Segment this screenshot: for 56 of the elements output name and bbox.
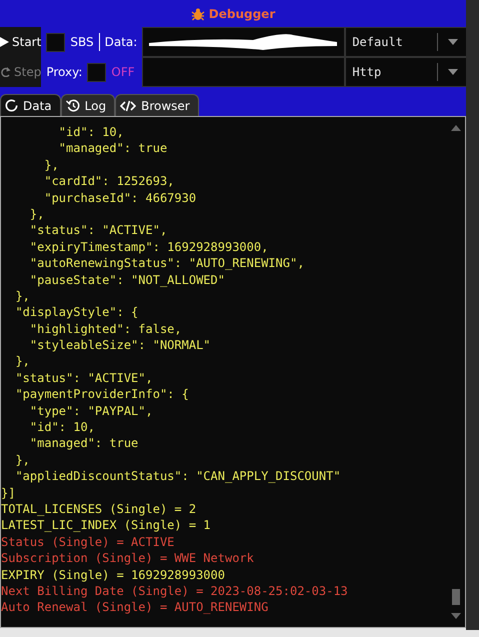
output-line: Next Billing Date (Single) = 2023-08-25:02-03-13 [1, 582, 349, 600]
proxy-input-field[interactable] [142, 57, 346, 87]
bug-icon [190, 6, 205, 20]
output-line: Subscription (Single) = WWE Network [1, 550, 255, 567]
output-line: "styleableSize": "NORMAL" [28, 337, 212, 354]
output-line: "type": "PAYPAL", [28, 402, 154, 420]
output-line: "paymentProviderInfo": { [14, 386, 190, 403]
output-line: LATEST_LIC_INDEX (Single) = 1 [1, 517, 212, 534]
output-line: Status (Single) = ACTIVE [1, 534, 176, 550]
history-icon [66, 99, 80, 112]
output-line: EXPIRY (Single) = 1692928993000 [1, 566, 226, 583]
output-line: "pauseState": "NOT_ALLOWED" [28, 272, 226, 288]
play-icon [0, 37, 9, 47]
output-line: "cardId": 1252693, [43, 173, 176, 190]
scrollbar-thumb[interactable] [452, 589, 460, 605]
proxy-checkbox[interactable] [87, 62, 106, 82]
redo-icon [0, 67, 11, 77]
sbs-checkbox[interactable] [46, 32, 66, 52]
data-input-field[interactable] [142, 27, 346, 57]
code-icon [120, 100, 136, 112]
proxy-label: Proxy: [46, 65, 82, 79]
tab[interactable]: Browser [115, 94, 199, 116]
proxy-state: OFF [111, 65, 135, 79]
scroll-down-icon[interactable] [451, 613, 461, 619]
data-label: Data: [104, 35, 138, 49]
output-line: }, [43, 156, 60, 174]
output-line: }, [14, 353, 31, 370]
output-line: "status": "ACTIVE", [14, 370, 154, 386]
output-line: "id": 10, [28, 419, 96, 436]
output-line: "managed": true [58, 140, 168, 157]
output-line: }, [28, 206, 46, 222]
tab[interactable]: Data [0, 94, 61, 116]
output-line: }, [14, 288, 31, 304]
output-line: TOTAL_LICENSES (Single) = 2 [1, 500, 198, 518]
output-line: "autoRenewingStatus": "AUTO_RENEWING", [28, 255, 306, 272]
output-line: "purchaseId": 4667930 [43, 190, 198, 206]
scroll-up-icon[interactable] [451, 125, 461, 131]
tab[interactable]: Log [60, 94, 116, 116]
circle-icon [5, 99, 18, 112]
output-line: Auto Renewal (Single) = AUTO_RENEWING [1, 599, 270, 616]
output-line: }] [1, 484, 16, 501]
caret-icon [448, 69, 458, 75]
mode-dropdown[interactable]: Default [345, 27, 468, 57]
toolbar-button[interactable]: Start [0, 27, 42, 57]
output-line: }, [14, 452, 31, 468]
protocol-dropdown[interactable]: Http [345, 57, 468, 87]
window-title: Debugger [208, 6, 276, 20]
output-line: "appliedDiscountStatus": "CAN_APPLY_DISCOUNT" [14, 468, 342, 485]
output-line: "expiryTimestamp": 1692928993000, [28, 238, 270, 256]
sbs-label: SBS [70, 35, 94, 49]
output-line: "managed": true [28, 435, 140, 452]
output-line: "status": "ACTIVE", [28, 222, 168, 239]
output-line: "id": 10, [58, 124, 125, 140]
output-line: "displayStyle": { [14, 304, 140, 321]
caret-icon [448, 39, 458, 45]
output-line: "highlighted": false, [28, 320, 183, 338]
